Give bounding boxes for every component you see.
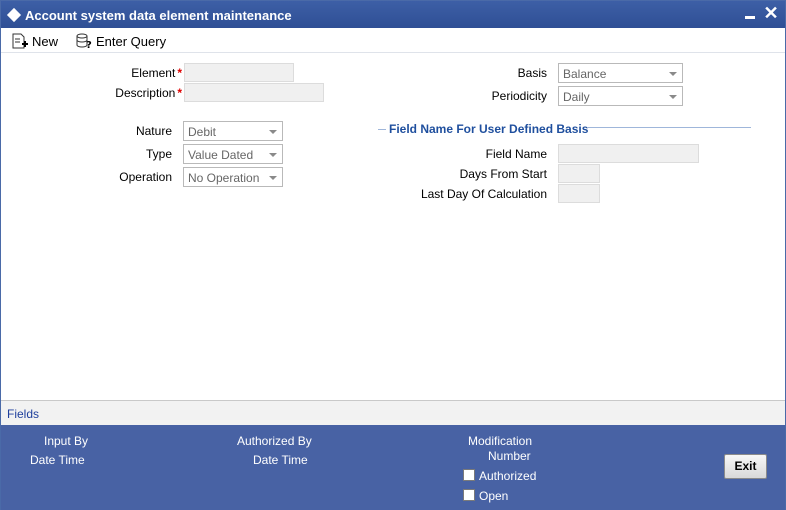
description-label-text: Description — [115, 86, 176, 100]
operation-label: Operation — [119, 170, 172, 184]
authorized-checkbox-label: Authorized — [479, 469, 537, 483]
open-checkbox-label: Open — [479, 489, 509, 503]
basis-value: Balance — [563, 67, 607, 81]
chevron-down-icon — [269, 176, 277, 180]
days-from-start-label: Days From Start — [459, 167, 547, 181]
fields-bar: Fields — [1, 400, 785, 425]
description-label: Description * — [91, 86, 182, 100]
operation-value: No Operation — [188, 171, 260, 185]
days-from-start-field[interactable] — [558, 164, 600, 183]
authorized-by-label: Authorized By — [237, 434, 312, 448]
nature-select[interactable]: Debit — [183, 121, 283, 141]
basis-label: Basis — [517, 66, 547, 80]
basis-select[interactable]: Balance — [558, 63, 683, 83]
type-select[interactable]: Value Dated — [183, 144, 283, 164]
periodicity-label: Periodicity — [491, 89, 547, 103]
authorized-checkbox[interactable] — [463, 469, 475, 481]
window-diamond-icon — [6, 7, 22, 23]
maintenance-window: Account system data element maintenance … — [0, 0, 786, 510]
date-time-label: Date Time — [30, 453, 85, 467]
svg-text:?: ? — [86, 40, 92, 49]
chevron-down-icon — [269, 130, 277, 134]
last-day-label: Last Day Of Calculation — [420, 187, 547, 201]
open-checkbox[interactable] — [463, 489, 475, 501]
last-day-field[interactable] — [558, 184, 600, 203]
element-field[interactable] — [184, 63, 294, 82]
fields-link[interactable]: Fields — [7, 407, 39, 421]
chevron-down-icon — [269, 153, 277, 157]
exit-button[interactable]: Exit — [724, 454, 767, 479]
database-query-icon: ? — [76, 33, 92, 49]
periodicity-value: Daily — [563, 90, 590, 104]
close-icon: ✕ — [763, 3, 779, 23]
element-label-text: Element — [131, 66, 176, 80]
type-value: Value Dated — [188, 148, 254, 162]
operation-select[interactable]: No Operation — [183, 167, 283, 187]
field-name-field[interactable] — [558, 144, 699, 163]
minimize-icon — [745, 16, 755, 19]
number-label: Number — [488, 449, 531, 463]
user-basis-section-title: Field Name For User Defined Basis — [389, 122, 589, 136]
nature-value: Debit — [188, 125, 217, 139]
nature-label: Nature — [135, 124, 172, 138]
toolbar: New ? Enter Query — [1, 28, 785, 53]
description-field[interactable] — [184, 83, 324, 102]
required-marker: * — [177, 86, 182, 100]
title-bar: Account system data element maintenance … — [1, 1, 785, 28]
field-name-label: Field Name — [485, 147, 547, 161]
section-divider-right — [588, 127, 751, 128]
close-button[interactable]: ✕ — [763, 3, 779, 23]
new-button[interactable]: New — [11, 32, 58, 50]
type-label: Type — [145, 147, 172, 161]
new-label: New — [32, 33, 59, 49]
element-label: Element * — [91, 66, 182, 80]
enter-query-button[interactable]: ? Enter Query — [75, 32, 166, 50]
periodicity-select[interactable]: Daily — [558, 86, 683, 106]
audit-footer: Input By Date Time Authorized By Date Ti… — [1, 425, 785, 510]
section-divider-left — [378, 129, 386, 130]
required-marker: * — [177, 66, 182, 80]
minimize-button[interactable] — [744, 6, 758, 22]
chevron-down-icon — [669, 72, 677, 76]
new-document-icon — [12, 33, 28, 49]
enter-query-label: Enter Query — [96, 33, 167, 49]
auth-date-time-label: Date Time — [253, 453, 308, 467]
modification-label: Modification — [468, 434, 533, 448]
input-by-label: Input By — [44, 434, 89, 448]
window-title: Account system data element maintenance — [25, 8, 292, 23]
chevron-down-icon — [669, 95, 677, 99]
